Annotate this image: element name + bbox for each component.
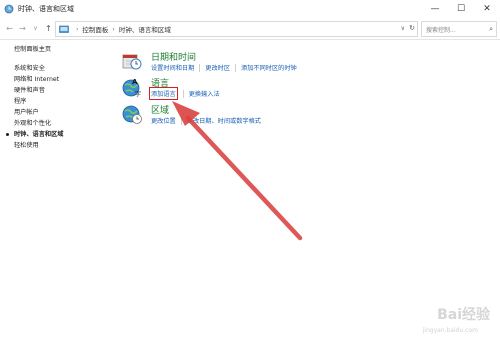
annotation-arrow (172, 101, 303, 241)
watermark-logo: Bai经验 (437, 307, 490, 323)
watermark-url: jingyan.baidu.com (422, 327, 478, 334)
